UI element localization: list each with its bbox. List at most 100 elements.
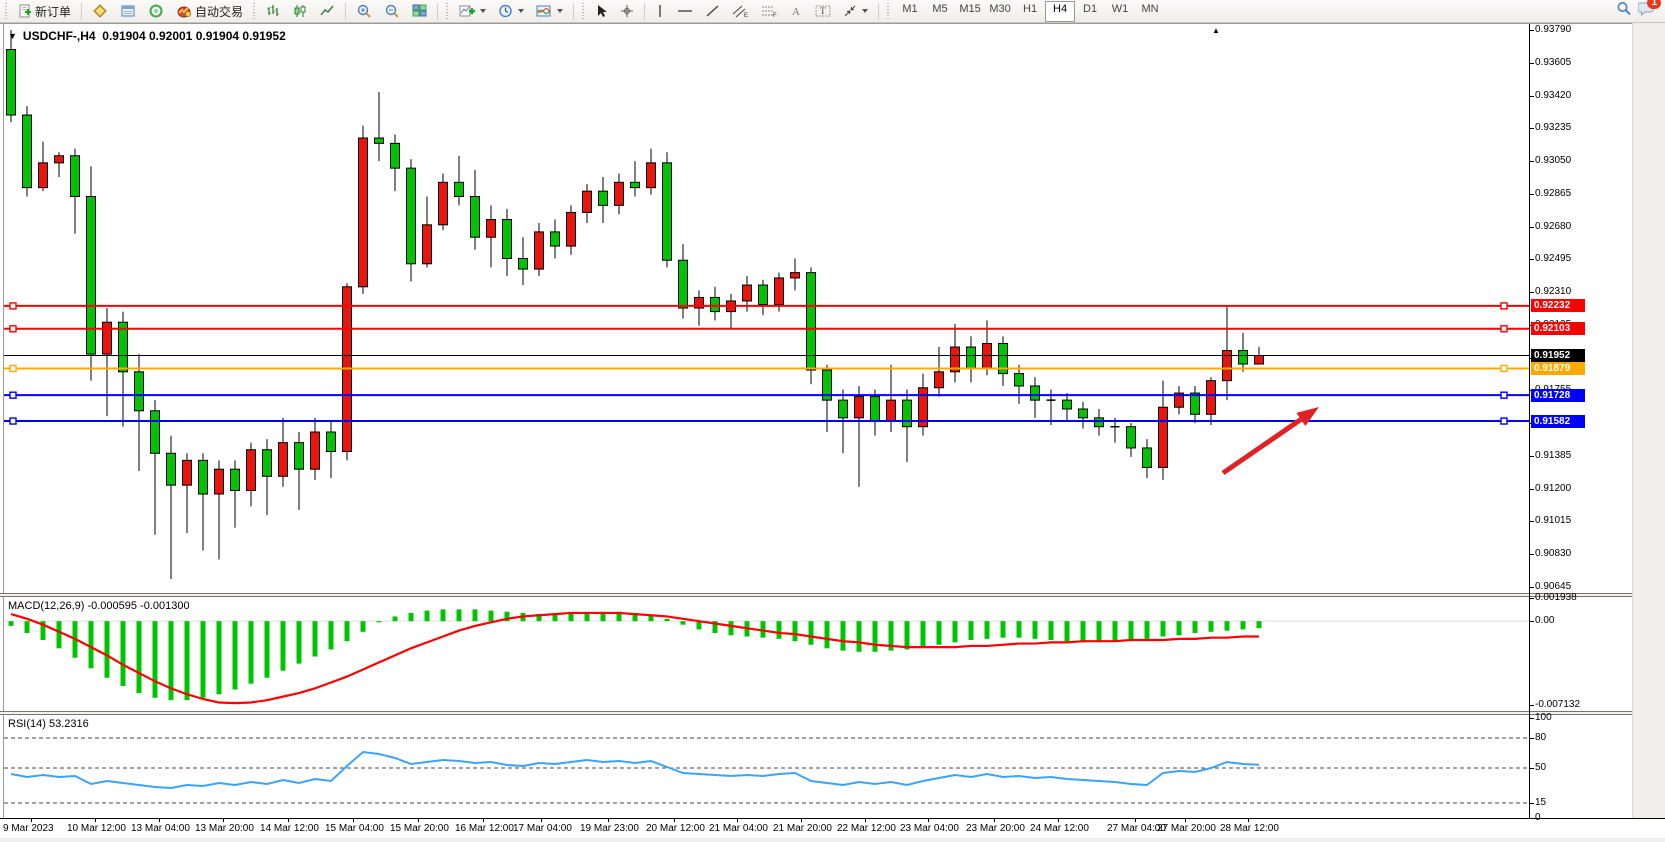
text-tool-button[interactable]: A — [785, 1, 808, 22]
timeframe-button-w1[interactable]: W1 — [1105, 1, 1135, 22]
time-axis-tick — [1135, 818, 1136, 822]
timeframe-button-m15[interactable]: M15 — [955, 1, 985, 22]
chart-title: ▼ USDCHF-,H4 0.91904 0.92001 0.91904 0.9… — [8, 29, 286, 43]
chart-shift-marker[interactable]: ▲ — [1212, 26, 1220, 35]
zoom-in-icon — [356, 4, 372, 19]
toolbar-drag-handle[interactable] — [581, 3, 586, 19]
price-axis-tick — [1529, 489, 1534, 490]
trendline-icon — [705, 4, 720, 18]
rsi-axis-tick — [1529, 718, 1534, 719]
time-axis-tick — [288, 818, 289, 822]
macd-indicator-panel[interactable] — [3, 597, 1529, 711]
rsi-axis-tick — [1529, 818, 1534, 819]
navigator-button[interactable] — [143, 1, 169, 22]
search-icon[interactable] — [1616, 1, 1632, 22]
arrows-tool-button[interactable] — [838, 1, 873, 22]
toolbar-separator — [644, 3, 645, 20]
rsi-axis-tick — [1529, 803, 1534, 804]
data-window-icon — [120, 4, 136, 18]
time-axis-tick — [1185, 818, 1186, 822]
main-toolbar: 新订单 自动交易 E F A T — [0, 0, 1665, 23]
periods-button[interactable] — [493, 1, 529, 22]
price-axis-tick — [1529, 292, 1534, 293]
window-bottom-edge — [0, 838, 1665, 842]
templates-dropdown-caret[interactable] — [557, 9, 563, 13]
zoom-in-button[interactable] — [351, 1, 377, 22]
data-window-button[interactable] — [115, 1, 141, 22]
cursor-tool-button[interactable] — [590, 1, 613, 22]
time-axis-tick — [418, 818, 419, 822]
svg-text:T: T — [820, 6, 826, 16]
price-axis-tick — [1529, 587, 1534, 588]
tile-windows-button[interactable] — [407, 1, 432, 22]
toolbar-drag-handle[interactable] — [4, 3, 9, 19]
chart-collapse-icon[interactable]: ▼ — [8, 31, 17, 41]
auto-trading-label: 自动交易 — [195, 3, 243, 20]
vertical-line-tool-button[interactable] — [650, 1, 670, 22]
time-axis-tick — [608, 818, 609, 822]
timeframe-button-m30[interactable]: M30 — [985, 1, 1015, 22]
main-price-chart[interactable] — [3, 24, 1529, 593]
price-axis-tick — [1529, 161, 1534, 162]
price-axis-tick — [1529, 554, 1534, 555]
candlestick-mode-button[interactable] — [288, 1, 313, 22]
macd-canvas[interactable] — [4, 597, 1530, 711]
candlestick-canvas[interactable] — [4, 24, 1530, 593]
timeframe-button-group: M1M5M15M30H1H4D1W1MN — [895, 1, 1165, 22]
line-chart-mode-button[interactable] — [315, 1, 340, 22]
arrows-dropdown-caret[interactable] — [862, 9, 868, 13]
toolbar-drag-handle[interactable] — [445, 3, 450, 19]
time-axis-tick — [95, 818, 96, 822]
channel-tool-button[interactable]: E — [727, 1, 754, 22]
svg-text:F: F — [773, 13, 777, 18]
timeframe-button-mn[interactable]: MN — [1135, 1, 1165, 22]
text-label-tool-button[interactable]: T — [810, 1, 836, 22]
market-watch-button[interactable] — [87, 1, 113, 22]
text-icon: A — [790, 4, 803, 18]
time-axis-label: 15 Mar 20:00 — [390, 823, 449, 834]
new-order-icon — [18, 4, 32, 18]
timeframe-button-d1[interactable]: D1 — [1075, 1, 1105, 22]
bar-chart-mode-button[interactable] — [261, 1, 286, 22]
timeframe-button-h4[interactable]: H4 — [1045, 1, 1075, 22]
price-axis-tick-label: 0.92865 — [1535, 188, 1571, 199]
rsi-label: RSI(14) 53.2316 — [8, 718, 89, 730]
zoom-out-button[interactable] — [379, 1, 405, 22]
price-axis-tick — [1529, 96, 1534, 97]
templates-button[interactable] — [531, 1, 568, 22]
horizontal-line-icon — [677, 4, 693, 18]
time-axis-tick — [865, 818, 866, 822]
time-axis-label: 16 Mar 12:00 — [455, 823, 514, 834]
timeframe-button-m5[interactable]: M5 — [925, 1, 955, 22]
time-axis-label: 15 Mar 04:00 — [325, 823, 384, 834]
trend-arrow-annotation[interactable] — [1223, 407, 1319, 473]
time-axis-tick — [801, 818, 802, 822]
crosshair-tool-button[interactable] — [615, 1, 639, 22]
timeframe-button-h1[interactable]: H1 — [1015, 1, 1045, 22]
periods-dropdown-caret[interactable] — [518, 9, 524, 13]
tile-windows-icon — [412, 4, 427, 18]
auto-trading-button[interactable]: 自动交易 — [171, 1, 248, 22]
time-axis-tick — [994, 818, 995, 822]
notifications-button[interactable]: 1 — [1638, 1, 1655, 21]
horizontal-line-tool-button[interactable] — [672, 1, 698, 22]
indicators-button[interactable] — [454, 1, 491, 22]
indicators-dropdown-caret[interactable] — [480, 9, 486, 13]
price-axis-tick-label: 0.91200 — [1535, 483, 1571, 494]
toolbar-drag-handle[interactable] — [252, 3, 257, 19]
new-order-button[interactable]: 新订单 — [13, 1, 76, 22]
timeframe-button-m1[interactable]: M1 — [895, 1, 925, 22]
axis-price-badge: 0.91728 — [1531, 389, 1585, 402]
rsi-canvas[interactable] — [4, 715, 1530, 818]
fibonacci-tool-button[interactable]: F — [756, 1, 783, 22]
rsi-indicator-panel[interactable] — [3, 715, 1529, 818]
time-axis-label: 13 Mar 04:00 — [131, 823, 190, 834]
time-axis-tick — [1248, 818, 1249, 822]
toolbar-drag-handle[interactable] — [886, 3, 891, 19]
line-chart-icon — [320, 4, 335, 18]
price-axis-tick-label: 0.91015 — [1535, 515, 1571, 526]
time-axis-tick — [1058, 818, 1059, 822]
time-axis-label: 27 Mar 20:00 — [1157, 823, 1216, 834]
rsi-axis-tick-label: 50 — [1535, 762, 1546, 773]
trendline-tool-button[interactable] — [700, 1, 725, 22]
